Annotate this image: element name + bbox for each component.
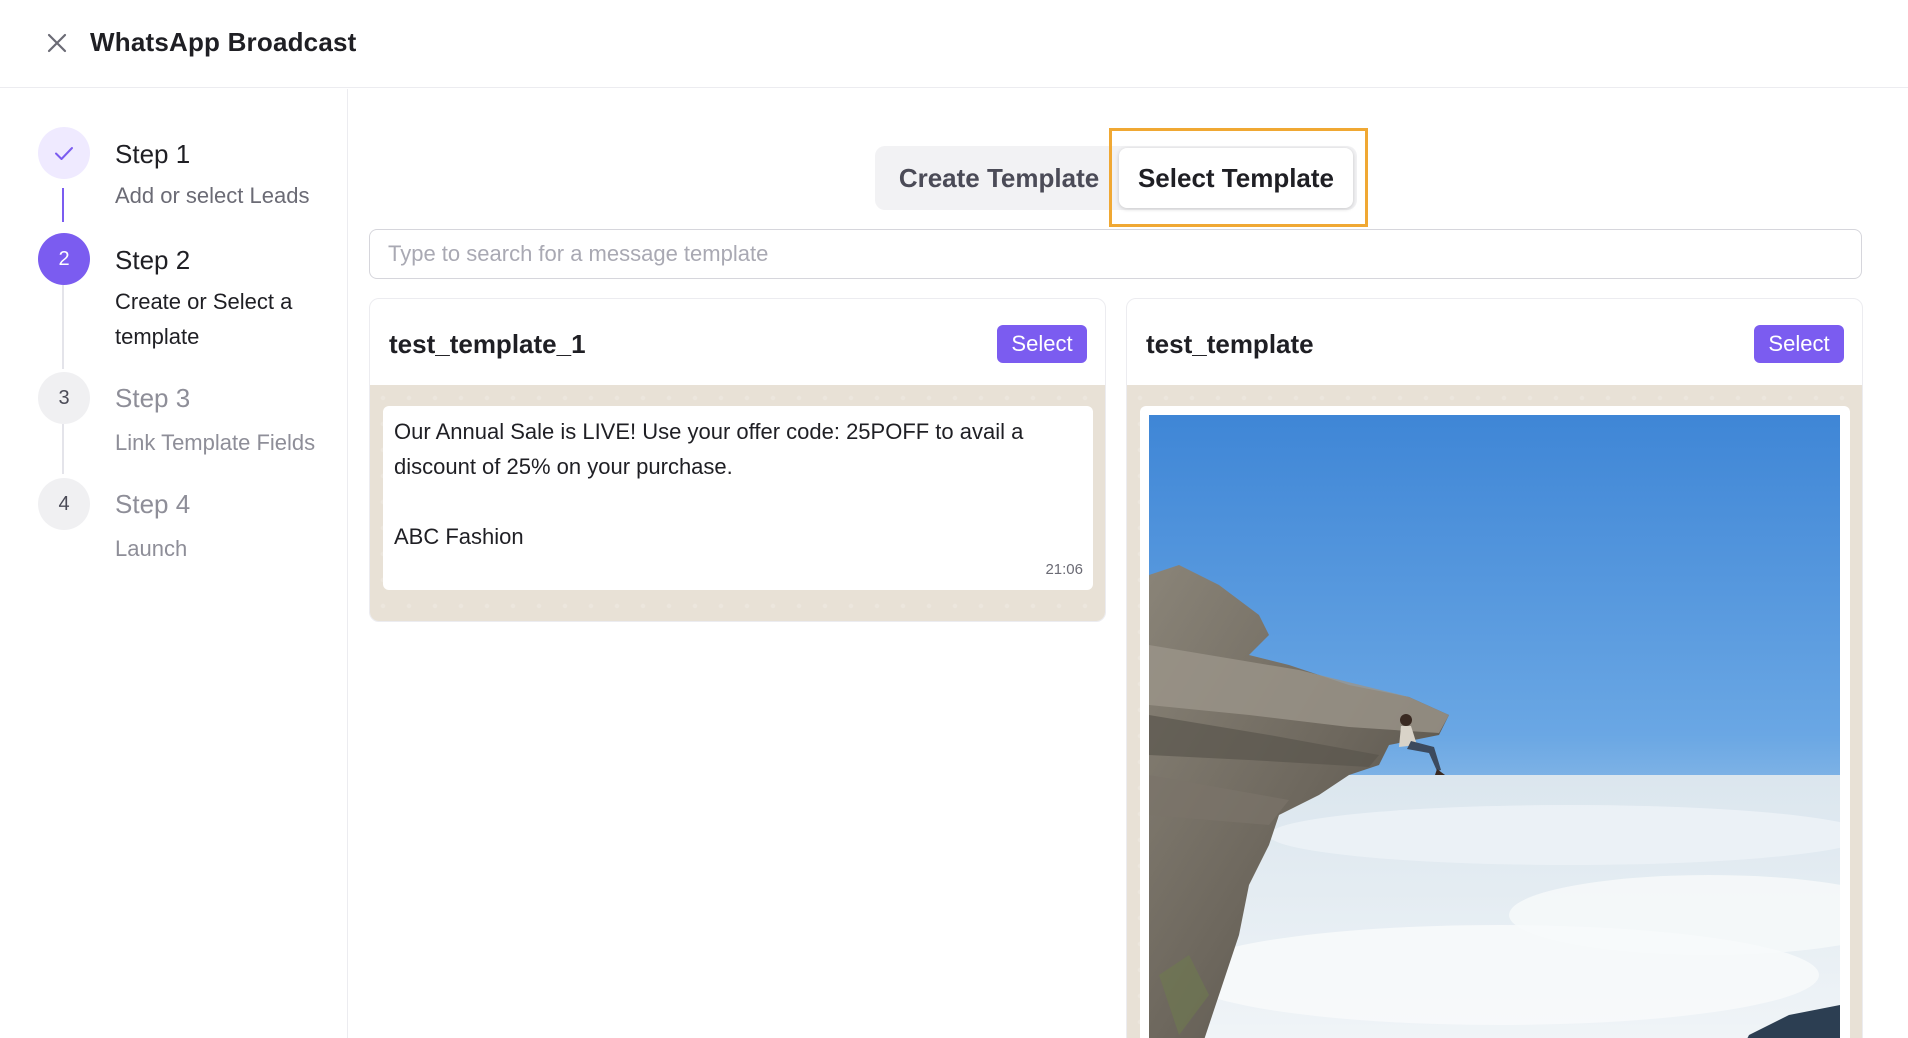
header: WhatsApp Broadcast bbox=[0, 0, 1908, 88]
tab-select-template[interactable]: Select Template bbox=[1119, 148, 1353, 208]
step-number-badge: 2 bbox=[38, 233, 90, 285]
step-title: Step 3 bbox=[115, 383, 191, 413]
template-search-input[interactable] bbox=[369, 229, 1862, 279]
step-connector bbox=[62, 285, 64, 369]
step-description: Link Template Fields bbox=[115, 430, 316, 455]
template-name: test_template_1 bbox=[389, 329, 586, 359]
step-description: Create or Select a template bbox=[115, 289, 293, 349]
message-bubble: Our Annual Sale is LIVE! Use your offer … bbox=[383, 406, 1093, 590]
tab-create-template[interactable]: Create Template bbox=[875, 146, 1123, 210]
template-media-image bbox=[1149, 415, 1840, 1038]
step-connector bbox=[62, 188, 64, 222]
select-template-button[interactable]: Select bbox=[1754, 325, 1844, 363]
step-title: Step 4 bbox=[115, 489, 191, 519]
step-description: Launch bbox=[115, 536, 188, 561]
template-name: test_template bbox=[1146, 329, 1314, 359]
message-preview bbox=[1127, 385, 1862, 1038]
close-icon[interactable] bbox=[40, 26, 74, 60]
select-template-button[interactable]: Select bbox=[997, 325, 1087, 363]
message-time: 21:06 bbox=[1045, 561, 1083, 578]
check-icon bbox=[38, 127, 90, 179]
step-number-badge: 3 bbox=[38, 372, 90, 424]
step-number-badge: 4 bbox=[38, 478, 90, 530]
stepper-sidebar: Step 1 Add or select Leads 2 Step 2 Crea… bbox=[0, 89, 348, 1038]
template-card: test_template_1 Select Our Annual Sale i… bbox=[369, 298, 1106, 622]
page-title: WhatsApp Broadcast bbox=[90, 27, 357, 57]
step-title: Step 1 bbox=[115, 139, 191, 169]
step-description: Add or select Leads bbox=[115, 183, 310, 208]
template-card: test_template Select bbox=[1126, 298, 1863, 1038]
message-bubble bbox=[1140, 406, 1850, 1038]
step-title: Step 2 bbox=[115, 245, 191, 275]
message-text: Our Annual Sale is LIVE! Use your offer … bbox=[394, 419, 1024, 549]
step-connector bbox=[62, 424, 64, 474]
message-preview: Our Annual Sale is LIVE! Use your offer … bbox=[370, 385, 1105, 621]
